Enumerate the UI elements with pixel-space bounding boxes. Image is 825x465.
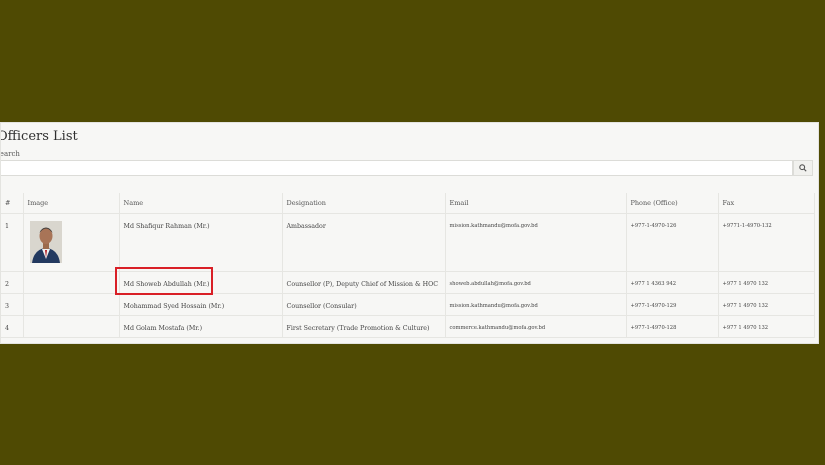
search-button[interactable] [793, 160, 813, 176]
officer-designation: Counsellor (Consular) [282, 293, 446, 316]
col-header-phone: Phone (Office) [626, 193, 719, 214]
officer-phone: +977 1 4363 942 [626, 271, 719, 294]
officers-panel: Officers List Search # Image Name Design… [0, 122, 819, 344]
search-icon [799, 164, 807, 172]
table-row: 4 Md Golam Mostafa (Mr.) First Secretary… [1, 315, 815, 338]
officers-table: # Image Name Designation Email Phone (Of… [1, 193, 815, 338]
row-number: 2 [1, 271, 24, 294]
col-header-fax: Fax [718, 193, 815, 214]
col-header-image: Image [23, 193, 120, 214]
officer-designation: First Secretary (Trade Promotion & Cultu… [282, 315, 446, 338]
officer-designation: Ambassador [282, 213, 446, 272]
officer-fax: +977 1 4970 132 [718, 271, 815, 294]
officer-name: Md Shafiqur Rahman (Mr.) [119, 213, 283, 272]
officer-fax: +977 1 4970 132 [718, 315, 815, 338]
search-input[interactable] [1, 160, 793, 176]
table-row: 1 Md Shafiqur Rahman (Mr.) Ambassador mi… [1, 213, 815, 272]
officer-email[interactable]: commerce.kathmandu@mofa.gov.bd [445, 315, 627, 338]
officer-email[interactable]: mission.kathmandu@mofa.gov.bd [445, 213, 627, 272]
table-header-row: # Image Name Designation Email Phone (Of… [1, 193, 815, 214]
officer-phone: +977-1-4970-128 [626, 315, 719, 338]
search-label: Search [0, 150, 20, 158]
officer-phone: +977-1-4970-126 [626, 213, 719, 272]
table-row: 3 Mohammad Syed Hossain (Mr.) Counsellor… [1, 293, 815, 316]
officer-photo-cell [23, 315, 120, 338]
officer-photo-cell [23, 271, 120, 294]
col-header-email: Email [445, 193, 627, 214]
officer-name: Mohammad Syed Hossain (Mr.) [119, 293, 283, 316]
officer-fax: +977 1 4970 132 [718, 293, 815, 316]
officer-photo-cell [23, 213, 120, 272]
officer-phone: +977-1-4970-129 [626, 293, 719, 316]
officer-email[interactable]: mission.kathmandu@mofa.gov.bd [445, 293, 627, 316]
officer-photo [29, 221, 62, 263]
officer-designation: Counsellor (P), Deputy Chief of Mission … [282, 271, 446, 294]
row-number: 1 [1, 213, 24, 272]
col-header-name: Name [119, 193, 283, 214]
officer-fax: +9771-1-4970-132 [718, 213, 815, 272]
officer-name: Md Golam Mostafa (Mr.) [119, 315, 283, 338]
officer-photo-cell [23, 293, 120, 316]
officer-email[interactable]: showeb.abdullah@mofa.gov.bd [445, 271, 627, 294]
row-number: 4 [1, 315, 24, 338]
page-title: Officers List [0, 129, 78, 144]
row-number: 3 [1, 293, 24, 316]
col-header-number: # [1, 193, 24, 214]
col-header-designation: Designation [282, 193, 446, 214]
highlight-box [115, 267, 213, 295]
